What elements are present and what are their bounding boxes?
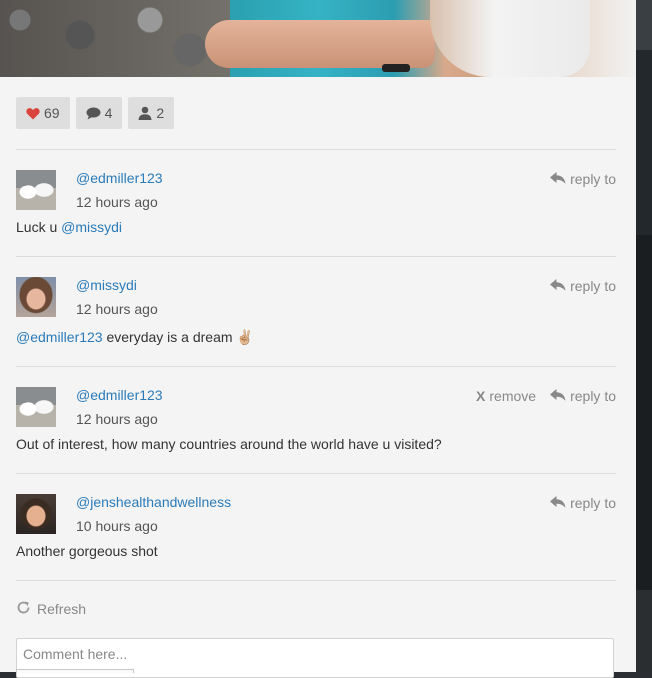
avatar[interactable] [16,387,56,427]
close-icon: X [476,388,486,404]
avatar[interactable] [16,277,56,317]
heart-icon [26,107,40,120]
speech-bubble-icon [86,107,101,120]
comment-actions: reply to [550,171,616,187]
comment-actions: X remove reply to [476,388,616,404]
comment-text: Another gorgeous shot [16,543,158,559]
refresh-label: Refresh [37,601,87,617]
users-count: 2 [156,105,165,121]
mention-link[interactable]: @edmiller123 [16,329,103,345]
comment-text: Luck u @missydi [16,219,122,235]
comment-text: Out of interest, how many countries arou… [16,436,442,452]
comments-count-button[interactable]: 4 [75,97,123,129]
photo-shirt [430,0,590,77]
reply-label: reply to [570,495,616,511]
reply-button[interactable]: reply to [550,171,616,187]
reply-button[interactable]: reply to [550,495,616,511]
comment-text: @edmiller123 everyday is a dream ✌🏼 [16,329,254,346]
reply-button[interactable]: reply to [550,388,616,404]
comment-input-resize-edge [16,669,134,673]
reply-label: reply to [570,278,616,294]
likes-count: 69 [44,105,60,121]
photo-rocks [0,0,230,77]
avatar[interactable] [16,494,56,534]
avatar[interactable] [16,170,56,210]
divider [16,149,616,150]
comment-username[interactable]: @edmiller123 [76,170,163,186]
comment-actions: reply to [550,495,616,511]
page-background-strip [636,0,652,672]
comment-username[interactable]: @jenshealthandwellness [76,494,231,510]
remove-label: remove [489,388,537,404]
photo-wristband [382,64,410,72]
divider [16,473,616,474]
comment-actions: reply to [550,278,616,294]
divider [16,256,616,257]
comment-text-part: everyday is a dream ✌🏼 [102,329,254,345]
reply-label: reply to [570,171,616,187]
refresh-button[interactable]: Refresh [16,600,86,618]
comments-count: 4 [104,105,113,121]
reply-arrow-icon [550,388,566,404]
users-count-button[interactable]: 2 [128,97,175,129]
comment-username[interactable]: @edmiller123 [76,387,163,403]
mention-link[interactable]: @missydi [61,219,122,235]
reply-label: reply to [570,388,616,404]
comment-timestamp: 12 hours ago [76,301,158,317]
post-photo [0,0,636,77]
divider [16,580,616,581]
reply-button[interactable]: reply to [550,278,616,294]
comment-text-part: Luck u [16,219,62,235]
reply-arrow-icon [550,171,566,187]
likes-button[interactable]: 69 [16,97,70,129]
user-icon [138,106,152,120]
photo-arm [205,20,435,68]
reply-arrow-icon [550,278,566,294]
refresh-icon [16,600,31,618]
reply-arrow-icon [550,495,566,511]
comment-timestamp: 12 hours ago [76,411,158,427]
remove-button[interactable]: X remove [476,388,536,404]
comment-timestamp: 10 hours ago [76,518,158,534]
comment-username[interactable]: @missydi [76,277,137,293]
post-stats: 69 4 2 [16,97,175,129]
comment-timestamp: 12 hours ago [76,194,158,210]
divider [16,366,616,367]
comments-panel: 69 4 2 @edmiller123 12 hours ago reply t… [0,77,636,678]
